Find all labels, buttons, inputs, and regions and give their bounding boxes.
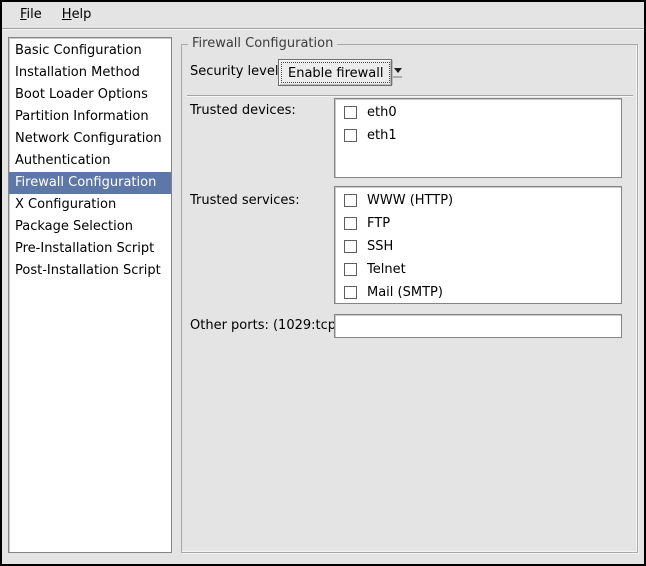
horizontal-separator [187,95,633,97]
chevron-down-icon [394,68,402,73]
security-level-combo[interactable]: Enable firewall [278,59,392,86]
trusted-devices-label: Trusted devices: [190,101,296,121]
frame-title: Firewall Configuration [188,36,337,51]
service-label: SSH [367,239,393,254]
checkbox-mail-smtp[interactable] [344,286,357,299]
checkbox-eth1[interactable] [344,129,357,142]
service-label: Mail (SMTP) [367,285,443,300]
checkbox-eth0[interactable] [344,106,357,119]
service-row-www-http[interactable]: WWW (HTTP) [335,189,621,212]
sidebar-item-package-selection[interactable]: Package Selection [9,216,171,238]
sidebar-item-boot-loader-options[interactable]: Boot Loader Options [9,84,171,106]
checkbox-www-http[interactable] [344,194,357,207]
service-label: Telnet [367,262,406,277]
menu-help[interactable]: Help [52,4,102,26]
menu-help-accesskey: H [62,7,72,22]
sidebar-item-post-installation-script[interactable]: Post-Installation Script [9,260,171,282]
checkbox-ftp[interactable] [344,217,357,230]
security-level-label: Security level: [190,62,283,82]
sidebar-item-authentication[interactable]: Authentication [9,150,171,172]
trusted-devices-list: eth0 eth1 [334,98,622,178]
combo-dropdown-button[interactable] [392,60,402,85]
trusted-services-label: Trusted services: [190,191,300,211]
other-ports-label: Other ports: (1029:tcp) [190,316,341,336]
sidebar-item-basic-configuration[interactable]: Basic Configuration [9,40,171,62]
service-row-ftp[interactable]: FTP [335,212,621,235]
device-label: eth0 [367,105,397,120]
menu-file-label: ile [27,7,42,22]
device-label: eth1 [367,128,397,143]
security-level-value: Enable firewall [281,62,390,83]
sidebar-item-pre-installation-script[interactable]: Pre-Installation Script [9,238,171,260]
trusted-services-list: WWW (HTTP) FTP SSH Telnet Mail (SMTP) [334,186,622,304]
service-row-ssh[interactable]: SSH [335,235,621,258]
device-row-eth1[interactable]: eth1 [335,124,621,147]
service-row-mail-smtp[interactable]: Mail (SMTP) [335,281,621,304]
sidebar-item-network-configuration[interactable]: Network Configuration [9,128,171,150]
kickstart-configurator-window: File Help Basic Configuration Installati… [0,0,646,566]
menu-file[interactable]: File [10,4,52,26]
menu-help-label: elp [72,7,92,22]
firewall-configuration-frame: Firewall Configuration Security level: E… [181,44,638,553]
menubar: File Help [2,2,644,29]
service-row-telnet[interactable]: Telnet [335,258,621,281]
sidebar-item-installation-method[interactable]: Installation Method [9,62,171,84]
sidebar-item-firewall-configuration[interactable]: Firewall Configuration [9,172,171,194]
combo-arrow-shadow [393,76,402,78]
sidebar-item-x-configuration[interactable]: X Configuration [9,194,171,216]
section-list: Basic Configuration Installation Method … [8,37,172,553]
checkbox-ssh[interactable] [344,240,357,253]
checkbox-telnet[interactable] [344,263,357,276]
sidebar-item-partition-information[interactable]: Partition Information [9,106,171,128]
service-label: FTP [367,216,390,231]
other-ports-input[interactable] [334,314,622,338]
device-row-eth0[interactable]: eth0 [335,101,621,124]
service-label: WWW (HTTP) [367,193,453,208]
